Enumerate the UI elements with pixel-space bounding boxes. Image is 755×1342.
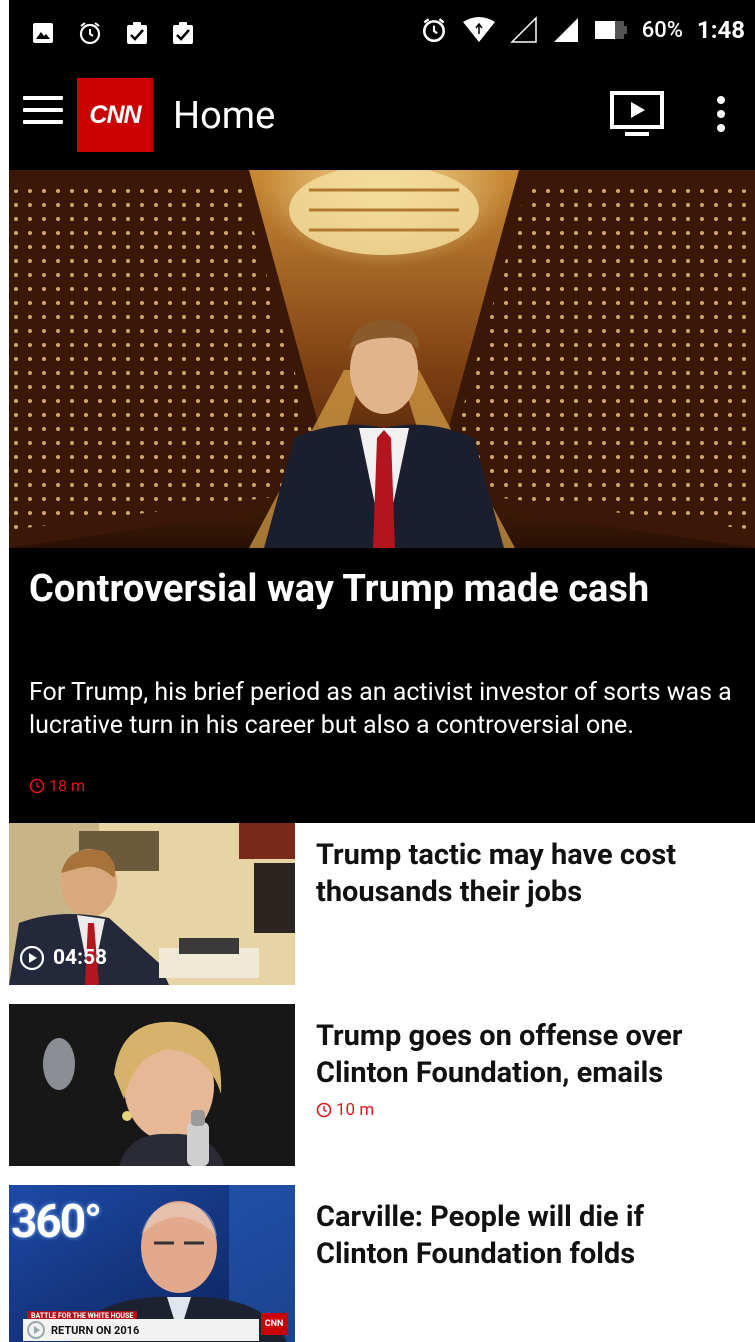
- app-bar: CNN Home: [9, 70, 755, 170]
- hero-headline[interactable]: Controversial way Trump made cash: [29, 566, 739, 612]
- story-thumbnail[interactable]: 360° BATTLE FOR THE WHITE HOUSE RETURN O…: [9, 1185, 295, 1342]
- clock-icon: [29, 778, 45, 793]
- battery-icon: [594, 21, 627, 39]
- alarm-icon: [79, 22, 101, 45]
- page-title: Home: [173, 94, 276, 138]
- play-icon: [19, 945, 45, 971]
- image-icon: [33, 23, 53, 43]
- video-player-icon[interactable]: [609, 90, 665, 138]
- video-duration: 04:58: [53, 946, 108, 970]
- story-headline[interactable]: Trump tactic may have cost thousands the…: [316, 837, 736, 911]
- signal-icon: [553, 18, 578, 42]
- app-frame: 60% 1:48 CNN Home Controversial way Trum…: [9, 0, 755, 1342]
- story-headline[interactable]: Carville: People will die if Clinton Fou…: [316, 1199, 736, 1273]
- signal-empty-icon: [509, 16, 537, 43]
- hero-image[interactable]: [9, 170, 755, 548]
- more-options-icon[interactable]: [709, 92, 733, 140]
- battery-percent: 60%: [641, 17, 683, 43]
- clock: 1:48: [696, 16, 745, 44]
- cnn-bug: CNN: [261, 1313, 287, 1335]
- task-icon-2: [173, 22, 193, 44]
- status-bar: 60% 1:48: [9, 0, 755, 70]
- notification-icons: [31, 20, 195, 46]
- wifi-icon: [462, 17, 495, 42]
- list-item[interactable]: 04:58 Trump tactic may have cost thousan…: [9, 823, 755, 985]
- list-item[interactable]: 360° BATTLE FOR THE WHITE HOUSE RETURN O…: [9, 1185, 755, 1342]
- story-timestamp: 10 m: [316, 1100, 374, 1120]
- show-logo-360: 360°: [11, 1195, 102, 1249]
- cnn-bug-text: CNN: [264, 1319, 284, 1329]
- story-headline[interactable]: Trump goes on offense over Clinton Found…: [316, 1018, 736, 1092]
- story-thumbnail[interactable]: 04:58: [9, 823, 295, 985]
- story-thumbnail[interactable]: [9, 1004, 295, 1166]
- story-time-text: 10 m: [336, 1100, 375, 1120]
- list-item[interactable]: Trump goes on offense over Clinton Found…: [9, 1004, 755, 1166]
- replay-icon: [27, 1321, 45, 1339]
- alarm-icon: [422, 18, 445, 43]
- clock-icon: [316, 1102, 332, 1118]
- task-icon: [127, 22, 147, 44]
- logo-text: CNN: [89, 100, 141, 129]
- thumb-caption: RETURN ON 2016: [23, 1319, 259, 1341]
- system-icons: 60% 1:48: [420, 16, 745, 44]
- video-badge: 04:58: [19, 945, 107, 971]
- hero-description: For Trump, his brief period as an activi…: [29, 678, 732, 740]
- cnn-logo[interactable]: CNN: [77, 78, 153, 152]
- menu-icon[interactable]: [23, 96, 63, 128]
- hero-story[interactable]: Controversial way Trump made cash For Tr…: [9, 548, 755, 823]
- hero-timestamp: 18 m: [29, 776, 85, 795]
- hero-time-text: 18 m: [49, 776, 85, 795]
- thumb-caption-text: RETURN ON 2016: [51, 1323, 140, 1337]
